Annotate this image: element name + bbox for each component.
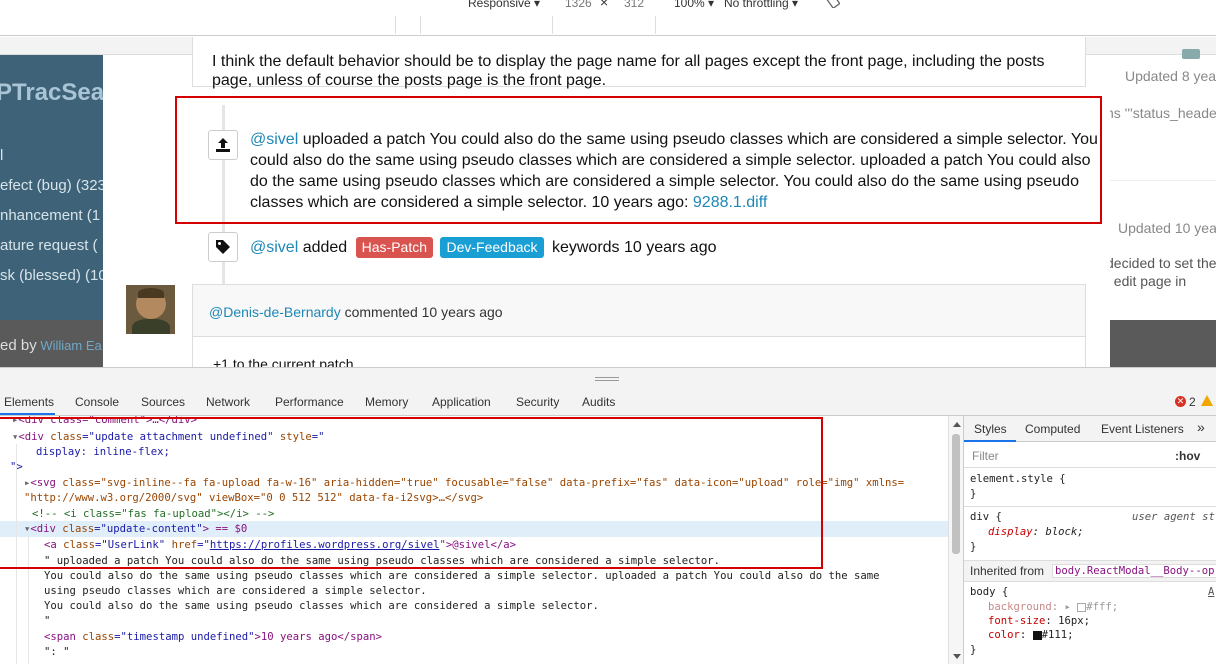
previous-comment: I think the default behavior should be t…: [192, 37, 1086, 89]
tab-computed[interactable]: Computed: [1025, 422, 1080, 436]
highlight-box: [0, 417, 823, 569]
elements-scrollbar[interactable]: [948, 416, 963, 664]
inherited-from-selector[interactable]: body.ReactModal__Body--op: [1052, 564, 1216, 578]
tab-network[interactable]: Network: [206, 395, 250, 409]
source-link[interactable]: A: [1208, 586, 1214, 598]
inherited-label: Inherited from: [970, 564, 1045, 578]
tab-application[interactable]: Application: [432, 395, 491, 409]
devtools-tabs: Elements Console Sources Network Perform…: [0, 388, 1216, 416]
tab-elements[interactable]: Elements: [4, 395, 54, 409]
element-style-rule[interactable]: element.style {: [970, 473, 1066, 485]
dom-text-node[interactable]: ": ": [44, 645, 70, 659]
rotate-icon[interactable]: [826, 0, 840, 11]
comment-text-line: I think the default behavior should be t…: [212, 53, 1045, 70]
height-input[interactable]: 312: [624, 0, 644, 10]
tab-console[interactable]: Console: [75, 395, 119, 409]
warning-icon[interactable]: [1201, 395, 1213, 406]
tab-event-listeners[interactable]: Event Listeners: [1101, 422, 1184, 436]
status-text: ns '''status_heade: [1106, 105, 1216, 121]
dom-node[interactable]: <span class="timestamp undefined">10 yea…: [44, 630, 382, 644]
elements-dom-tree: ▸<div class="comment">…</div> ▾<div clas…: [0, 416, 963, 664]
sidebar-item[interactable]: l: [0, 147, 3, 164]
rule-close: }: [970, 541, 977, 553]
user-link[interactable]: @Denis-de-Bernardy: [209, 304, 341, 320]
width-input[interactable]: 1326: [565, 0, 592, 10]
device-toolbar: Responsive ▾ 1326 × 312 100% ▾ No thrott…: [0, 0, 1216, 36]
comment-meta: @Denis-de-Bernardy commented 10 years ag…: [209, 304, 503, 320]
background-right-column: Updated 8 year ns '''status_heade Update…: [1106, 49, 1216, 367]
body-rule-selector[interactable]: body {: [970, 586, 1008, 598]
dimension-times: ×: [600, 0, 609, 10]
has-patch-badge[interactable]: Has-Patch: [355, 237, 434, 258]
site-logo: PTracSea: [0, 79, 105, 106]
hov-toggle[interactable]: :hov: [1175, 449, 1200, 463]
dom-text-node[interactable]: ": [44, 614, 50, 628]
tab-memory[interactable]: Memory: [365, 395, 408, 409]
tab-styles[interactable]: Styles: [974, 422, 1007, 436]
tag-icon: [208, 232, 238, 262]
user-agent-label: user agent st: [1132, 511, 1215, 523]
color-swatch[interactable]: [1077, 602, 1087, 612]
tab-sources[interactable]: Sources: [141, 395, 185, 409]
background-sidebar: PTracSea l efect (bug) (323 nhancement (…: [0, 55, 107, 367]
styles-tabs: Styles Computed Event Listeners »: [964, 416, 1216, 442]
highlight-box: [175, 96, 1102, 224]
comment-header: @Denis-de-Bernardy commented 10 years ag…: [193, 285, 1085, 337]
page-viewport: PTracSea l efect (bug) (323 nhancement (…: [0, 37, 1216, 367]
div-rule-selector[interactable]: div {: [970, 511, 1002, 523]
comment-box: @Denis-de-Bernardy commented 10 years ag…: [192, 284, 1086, 367]
styles-filter-input[interactable]: Filter: [972, 449, 999, 463]
more-tabs-icon[interactable]: »: [1197, 419, 1205, 435]
updated-label: Updated 8 year: [1125, 68, 1216, 84]
sidebar-item[interactable]: nhancement (1: [0, 207, 100, 224]
updated-label: Updated 10 yea: [1118, 220, 1216, 236]
device-mode-select[interactable]: Responsive ▾: [468, 0, 540, 10]
dom-text-node[interactable]: using pseudo classes which are considere…: [44, 584, 427, 598]
rule-close: }: [970, 644, 977, 656]
rule-close: }: [970, 488, 977, 500]
ticket-snippet: decided to set the: [1106, 255, 1216, 271]
sidebar-item[interactable]: sk (blessed) (10: [0, 267, 107, 284]
css-property[interactable]: background: ▸ #fff;: [988, 601, 1118, 613]
styles-pane: Styles Computed Event Listeners » Filter…: [963, 416, 1216, 664]
sidebar-item[interactable]: ature request (: [0, 237, 98, 254]
dom-text-node[interactable]: You could also do the same using pseudo …: [44, 599, 599, 613]
zoom-select[interactable]: 100% ▾: [674, 0, 714, 10]
tab-audits[interactable]: Audits: [582, 395, 615, 409]
tab-performance[interactable]: Performance: [275, 395, 344, 409]
tab-security[interactable]: Security: [516, 395, 559, 409]
dev-feedback-badge[interactable]: Dev-Feedback: [440, 237, 544, 258]
user-link[interactable]: @sivel: [250, 239, 298, 256]
keyword-event: @sivel added Has-Patch Dev-Feedback keyw…: [250, 237, 717, 258]
comment-body: +1 to the current patch: [213, 356, 354, 367]
avatar[interactable]: [126, 285, 175, 334]
color-swatch[interactable]: [1032, 630, 1042, 640]
throttle-select[interactable]: No throttling ▾: [724, 0, 798, 10]
comment-text-line: page, unless of course the posts page is…: [212, 72, 607, 89]
css-property[interactable]: display: block;: [988, 526, 1084, 538]
error-icon[interactable]: ✕: [1175, 396, 1186, 407]
error-count[interactable]: 2: [1189, 395, 1196, 409]
devtools-resize-handle[interactable]: [0, 367, 1216, 388]
css-property[interactable]: font-size: 16px;: [988, 615, 1090, 627]
ticket-snippet: : edit page in: [1106, 273, 1187, 289]
css-property[interactable]: color: #111;: [988, 629, 1074, 641]
footer-credit: ed by William Ea: [0, 337, 102, 354]
sidebar-item[interactable]: efect (bug) (323: [0, 177, 106, 194]
dom-text-node[interactable]: You could also do the same using pseudo …: [44, 569, 880, 583]
